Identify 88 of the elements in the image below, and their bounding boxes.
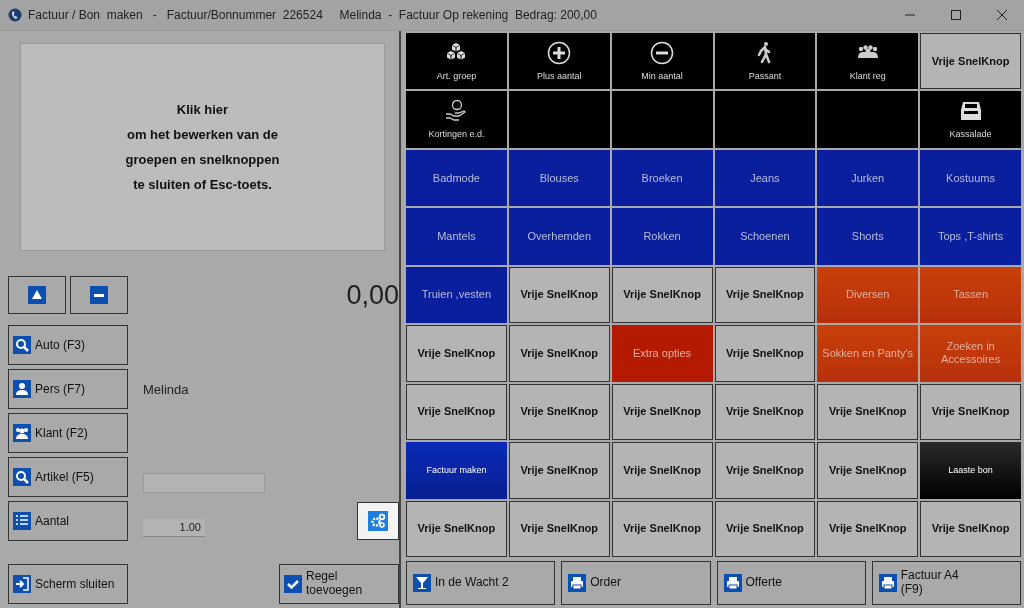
quick-button[interactable]: Vrije SnelKnop [714,383,816,441]
person-icon [13,380,31,398]
side-button[interactable]: Auto (F3) [8,325,128,365]
quick-button[interactable]: Vrije SnelKnop [714,325,816,382]
article-field[interactable] [143,473,265,493]
settings-icon [368,511,388,531]
side-button[interactable]: Artikel (F5) [8,457,128,497]
quick-button[interactable]: Vrije SnelKnop [611,266,713,324]
info-text: om het bewerken van de [127,127,278,142]
glass-icon [413,574,431,592]
quick-button[interactable]: Jurken [817,149,919,207]
quick-button[interactable]: Badmode [406,149,507,207]
settings-button[interactable] [357,502,399,540]
search-icon [13,468,31,486]
close-screen-button[interactable]: Scherm sluiten [8,564,128,604]
quick-button[interactable]: Kassalade [920,91,1021,148]
quick-button[interactable]: Vrije SnelKnop [714,266,816,324]
side-button[interactable]: Pers (F7) [8,369,128,409]
close-icon[interactable] [996,9,1008,21]
minus-circle-icon [650,40,675,65]
window-title: Factuur / Bon maken - Factuur/Bonnummer 226524 Melinda - Factuur Op rekening Bedrag: 200,00 [28,8,597,22]
quick-button[interactable]: Extra opties [611,325,713,382]
check-icon [284,575,302,593]
info-panel[interactable]: Klik hier om het bewerken van de groepen en snelknoppen te sluiten of Esc-toets. [20,43,385,251]
quick-button[interactable]: Vrije SnelKnop [508,325,610,382]
quick-button[interactable]: Klant reg [817,33,919,90]
quick-button[interactable]: Vrije SnelKnop [611,500,713,557]
quick-button[interactable]: Vrije SnelKnop [714,500,816,557]
amount-display: 0,00 [346,279,399,311]
quick-button[interactable]: Vrije SnelKnop [611,383,713,441]
people-icon [13,424,31,442]
quick-button[interactable]: Kostuums [920,149,1021,207]
minus-button[interactable] [70,276,128,314]
quick-button[interactable]: Broeken [611,149,713,207]
quick-button[interactable]: Laaste bon [920,442,1021,499]
quick-button[interactable]: Vrije SnelKnop [508,442,610,499]
side-button[interactable]: Aantal [8,501,128,541]
quick-button[interactable]: Vrije SnelKnop [714,442,816,499]
search-icon [13,336,31,354]
quick-button[interactable]: Passant [714,33,816,90]
list-icon [13,512,31,530]
info-text: te sluiten of Esc-toets. [133,177,272,192]
quick-button[interactable]: Truien ,vesten [406,266,507,324]
printer-icon [878,574,897,592]
quick-button[interactable]: Vrije SnelKnop [508,500,610,557]
exit-icon [13,575,31,593]
quick-button[interactable]: Kortingen e.d. [406,91,507,148]
quick-button[interactable]: Vrije SnelKnop [406,500,507,557]
app-icon [8,8,22,22]
quick-button[interactable]: Vrije SnelKnop [817,383,919,441]
info-text: Klik hier [176,102,229,117]
bottom-button[interactable]: Offerte [716,561,866,605]
quick-button[interactable]: Vrije SnelKnop [406,325,507,382]
quick-button[interactable]: Blouses [508,149,610,207]
quick-button[interactable]: Vrije SnelKnop [920,500,1021,557]
quantity-field[interactable]: 1.00 [143,519,205,537]
quick-button[interactable]: Plus aantal [508,33,610,90]
bottom-button[interactable]: In de Wacht 2 [406,561,556,605]
quick-button[interactable]: Vrije SnelKnop [406,383,507,441]
minus-icon [90,286,108,304]
quick-button[interactable]: Mantels [406,208,507,265]
quick-button[interactable]: Vrije SnelKnop [508,266,610,324]
info-text: groepen en snelknoppen [125,152,280,167]
up-button[interactable] [8,276,66,314]
quick-button[interactable]: Min aantal [611,33,713,90]
quick-button[interactable]: Tops ,T-shirts [920,208,1021,265]
employee-name: Melinda [143,381,189,397]
printer-icon [568,574,587,592]
quick-button[interactable]: Vrije SnelKnop [817,442,919,499]
quick-button[interactable]: Schoenen [714,208,816,265]
quick-button[interactable]: Rokken [611,208,713,265]
printer-icon [723,574,742,592]
quick-button[interactable]: Overhemden [508,208,610,265]
side-button[interactable]: Klant (F2) [8,413,128,453]
quick-button[interactable]: Jeans [714,149,816,207]
quick-button[interactable]: Vrije SnelKnop [508,383,610,441]
plus-circle-icon [547,40,572,65]
bottom-button[interactable]: Factuur A4 (F9) [871,561,1021,605]
quick-button[interactable]: Art. groep [406,33,507,90]
bottom-button[interactable]: Order [561,561,711,605]
quick-button[interactable]: Vrije SnelKnop [817,500,919,557]
quick-button[interactable]: Factuur maken [406,442,507,499]
quick-button[interactable]: Vrije SnelKnop [611,442,713,499]
add-line-button[interactable]: Regel toevoegen [279,564,399,604]
quick-button[interactable]: Vrije SnelKnop [920,383,1021,441]
maximize-icon[interactable] [950,9,962,21]
quick-button[interactable]: Vrije SnelKnop [920,33,1021,90]
quick-button[interactable]: Shorts [817,208,919,265]
